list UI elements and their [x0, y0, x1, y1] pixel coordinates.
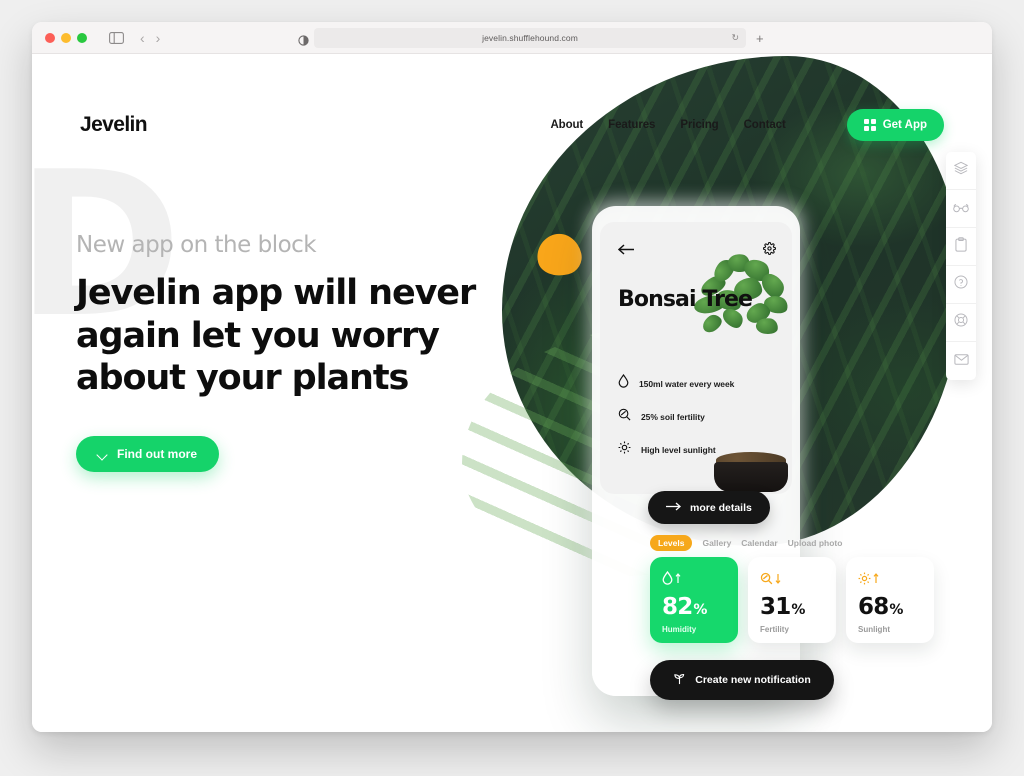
water-drop-icon	[618, 373, 629, 393]
stat-cards: 82% Humidity 31% Fertility 68% Sunlight	[650, 557, 934, 643]
create-notification-button[interactable]: Create new notification	[650, 660, 834, 700]
plant-detail-card: Bonsai Tree 150ml water every week 25% s…	[600, 222, 792, 494]
sun-up-icon	[858, 568, 934, 588]
rail-item-glasses[interactable]	[946, 190, 976, 228]
tab-gallery[interactable]: Gallery	[702, 538, 731, 548]
address-bar-url: jevelin.shufflehound.com	[482, 33, 578, 43]
get-app-label: Get App	[882, 119, 927, 131]
question-circle-icon	[954, 275, 968, 294]
nav-item-about[interactable]: About	[550, 119, 583, 131]
maximize-window-button[interactable]	[77, 32, 87, 43]
plant-care-list: 150ml water every week 25% soil fertilit…	[618, 373, 735, 474]
envelope-icon	[953, 352, 969, 370]
rail-item-mail[interactable]	[946, 342, 976, 380]
stat-card-humidity[interactable]: 82% Humidity	[650, 557, 738, 643]
right-side-rail	[946, 152, 976, 380]
nav-item-pricing[interactable]: Pricing	[680, 119, 718, 131]
browser-window: ‹ › jevelin.shufflehound.com ↻ + D Jevel…	[32, 22, 992, 732]
stat-card-fertility[interactable]: 31% Fertility	[748, 557, 836, 643]
sprout-icon	[673, 672, 686, 688]
more-details-button[interactable]: more details	[648, 491, 770, 524]
reader-contrast-icon[interactable]	[298, 33, 309, 51]
stat-value-fertility: 31%	[760, 594, 805, 620]
main-navigation: About Features Pricing Contact Get App	[550, 109, 944, 141]
find-out-more-button[interactable]: Find out more	[76, 436, 219, 473]
clipboard-icon	[955, 236, 967, 257]
more-details-label: more details	[690, 501, 752, 514]
care-item-sunlight-text: High level sunlight	[641, 445, 716, 455]
close-window-button[interactable]	[45, 32, 55, 43]
stat-value-humidity: 82%	[662, 594, 707, 620]
app-tabs: Levels Gallery Calendar Upload photo	[650, 535, 842, 551]
rail-item-layers[interactable]	[946, 152, 976, 190]
stat-value-sunlight: 68%	[858, 594, 903, 620]
care-item-water-text: 150ml water every week	[639, 378, 735, 389]
stat-label-sunlight: Sunlight	[858, 625, 890, 634]
fertility-down-icon	[760, 568, 836, 588]
arrow-right-icon	[666, 502, 681, 514]
plant-canopy	[692, 251, 790, 377]
find-out-more-label: Find out more	[117, 447, 197, 462]
stat-label-fertility: Fertility	[760, 625, 789, 634]
site-header: Jevelin About Features Pricing Contact G…	[32, 98, 992, 152]
water-drop-up-icon	[662, 568, 738, 588]
tab-upload-photo[interactable]: Upload photo	[788, 538, 843, 548]
hero-eyebrow: New app on the block	[76, 232, 317, 258]
soil-fertility-icon	[618, 408, 631, 426]
browser-nav-arrows[interactable]: ‹ ›	[136, 31, 164, 45]
forward-button[interactable]: ›	[152, 31, 165, 45]
get-app-button[interactable]: Get App	[846, 109, 944, 141]
layers-icon	[953, 161, 969, 180]
plant-trunk	[730, 400, 770, 460]
create-notification-label: Create new notification	[695, 674, 811, 686]
back-button[interactable]: ‹	[136, 31, 149, 45]
grid-icon	[863, 119, 876, 131]
nav-item-contact[interactable]: Contact	[744, 119, 786, 131]
stat-card-sunlight[interactable]: 68% Sunlight	[846, 557, 934, 643]
rail-item-support[interactable]	[946, 304, 976, 342]
chevron-down-icon	[98, 450, 107, 459]
sidebar-toggle-icon[interactable]	[109, 31, 124, 44]
reload-button[interactable]: ↻	[731, 33, 739, 44]
site-logo[interactable]: Jevelin	[80, 113, 148, 137]
stat-label-humidity: Humidity	[662, 625, 697, 634]
nav-item-features[interactable]: Features	[608, 119, 655, 131]
care-item-water: 150ml water every week	[618, 373, 735, 393]
hero-section: New app on the block Jevelin app will ne…	[76, 232, 496, 473]
lifebuoy-icon	[954, 313, 968, 332]
care-item-fertility-text: 25% soil fertility	[641, 412, 705, 422]
care-item-sunlight: High level sunlight	[618, 441, 734, 459]
window-controls[interactable]	[45, 32, 87, 43]
back-arrow-icon[interactable]	[617, 244, 635, 257]
glasses-icon	[953, 200, 969, 218]
rail-item-clipboard[interactable]	[946, 228, 976, 266]
tab-levels[interactable]: Levels	[650, 535, 693, 551]
page-viewport: D Jevelin About Features Pricing Contact…	[32, 54, 992, 732]
minimize-window-button[interactable]	[61, 32, 71, 43]
plant-title: Bonsai Tree	[618, 287, 753, 312]
sun-icon	[618, 441, 631, 459]
care-item-fertility: 25% soil fertility	[618, 408, 734, 426]
browser-titlebar: ‹ › jevelin.shufflehound.com ↻ +	[32, 22, 992, 54]
hero-headline: Jevelin app will never again let you wor…	[76, 273, 476, 399]
new-tab-button[interactable]: +	[756, 32, 764, 45]
tab-calendar[interactable]: Calendar	[741, 538, 777, 548]
address-bar[interactable]: jevelin.shufflehound.com ↻	[314, 28, 746, 48]
rail-item-help[interactable]	[946, 266, 976, 304]
